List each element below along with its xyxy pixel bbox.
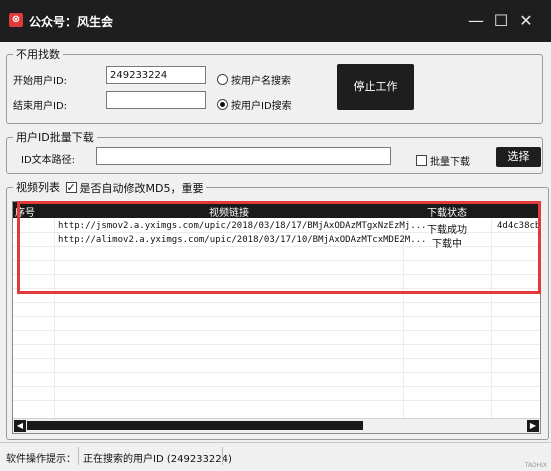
scroll-left-icon[interactable]: ◀	[14, 420, 26, 432]
row-status: 下载中	[432, 239, 462, 250]
row-divider	[13, 260, 540, 261]
app-logo-icon: ⊗	[9, 13, 23, 27]
id-path-label: ID文本路径:	[21, 155, 76, 166]
column-divider	[54, 218, 55, 420]
radio-circle-icon	[217, 74, 228, 85]
window-title: 公众号：风生会	[29, 15, 114, 29]
row-divider	[13, 386, 540, 387]
row-divider	[13, 358, 540, 359]
search-by-name-radio[interactable]: 按用户名搜索	[217, 72, 291, 87]
horizontal-scrollbar[interactable]: ◀ ▶	[13, 418, 540, 433]
row-divider	[13, 302, 540, 303]
main-window: ⊗ 公众号：风生会 — ☐ ✕ 不用找数 开始用户ID: 249233224 结…	[0, 0, 551, 471]
column-header-url[interactable]: 视频链接	[209, 204, 249, 219]
batch-download-checkbox[interactable]: 批量下载	[416, 153, 470, 168]
video-table[interactable]: 序号 视频链接 下载状态 http://jsmov2.a.yximgs.com/…	[12, 201, 541, 434]
id-path-input[interactable]	[96, 147, 391, 165]
checkmark-icon: ✓	[65, 181, 77, 194]
batch-group-legend: 用户ID批量下载	[13, 129, 97, 145]
stop-work-button[interactable]: 停止工作	[337, 64, 414, 110]
video-list-legend-wrap: 视频列表 ✓ 是否自动修改MD5，重要	[13, 179, 207, 196]
start-id-label: 开始用户ID:	[13, 76, 68, 87]
column-header-index[interactable]: 序号	[15, 204, 35, 219]
batch-download-label: 批量下载	[430, 157, 470, 168]
checkbox-icon	[416, 155, 427, 166]
search-by-id-radio[interactable]: 按用户ID搜索	[217, 97, 292, 112]
start-id-input[interactable]: 249233224	[106, 66, 206, 84]
watermark: TAOHIX	[524, 462, 547, 469]
scroll-right-icon[interactable]: ▶	[527, 420, 539, 432]
row-url: http://jsmov2.a.yximgs.com/upic/2018/03/…	[58, 221, 427, 231]
row-url: http://alimov2.a.yximgs.com/upic/2018/03…	[58, 235, 427, 245]
scrollbar-thumb[interactable]	[27, 421, 363, 430]
search-by-id-label: 按用户ID搜索	[231, 101, 292, 112]
column-divider	[403, 218, 404, 420]
row-divider	[13, 372, 540, 373]
row-status: 下载成功	[427, 225, 467, 236]
status-message: 正在搜索的用户ID (249233224)	[83, 454, 232, 465]
table-header: 序号 视频链接 下载状态	[13, 202, 540, 219]
column-divider	[491, 218, 492, 420]
end-id-label: 结束用户ID:	[13, 101, 68, 112]
table-row[interactable]: http://jsmov2.a.yximgs.com/upic/2018/03/…	[13, 221, 541, 236]
status-divider	[78, 447, 79, 465]
end-id-input[interactable]	[106, 91, 206, 109]
auto-md5-checkbox[interactable]: ✓ 是否自动修改MD5，重要	[65, 180, 204, 196]
row-divider	[13, 330, 540, 331]
row-divider	[13, 288, 540, 289]
title-bar[interactable]: ⊗ 公众号：风生会 — ☐ ✕	[0, 0, 551, 42]
row-divider	[13, 400, 540, 401]
status-divider	[222, 447, 223, 465]
search-by-name-label: 按用户名搜索	[231, 76, 291, 87]
video-list-legend: 视频列表	[16, 181, 60, 194]
row-divider	[13, 316, 540, 317]
row-divider	[13, 344, 540, 345]
paging-group-legend: 不用找数	[13, 46, 63, 62]
choose-file-button[interactable]: 选择	[496, 147, 541, 167]
minimize-button[interactable]: —	[465, 10, 487, 32]
auto-md5-label: 是否自动修改MD5，重要	[79, 181, 204, 195]
status-hint-label: 软件操作提示：	[6, 454, 76, 465]
status-bar: 软件操作提示： 正在搜索的用户ID (249233224) TAOHIX	[0, 442, 551, 471]
row-divider	[13, 274, 540, 275]
column-header-status[interactable]: 下载状态	[427, 204, 467, 219]
row-md5: 4d4c38cb	[497, 221, 541, 231]
close-button[interactable]: ✕	[515, 10, 537, 32]
radio-selected-icon	[217, 99, 228, 110]
table-row[interactable]: http://alimov2.a.yximgs.com/upic/2018/03…	[13, 235, 540, 250]
maximize-button[interactable]: ☐	[490, 10, 512, 32]
